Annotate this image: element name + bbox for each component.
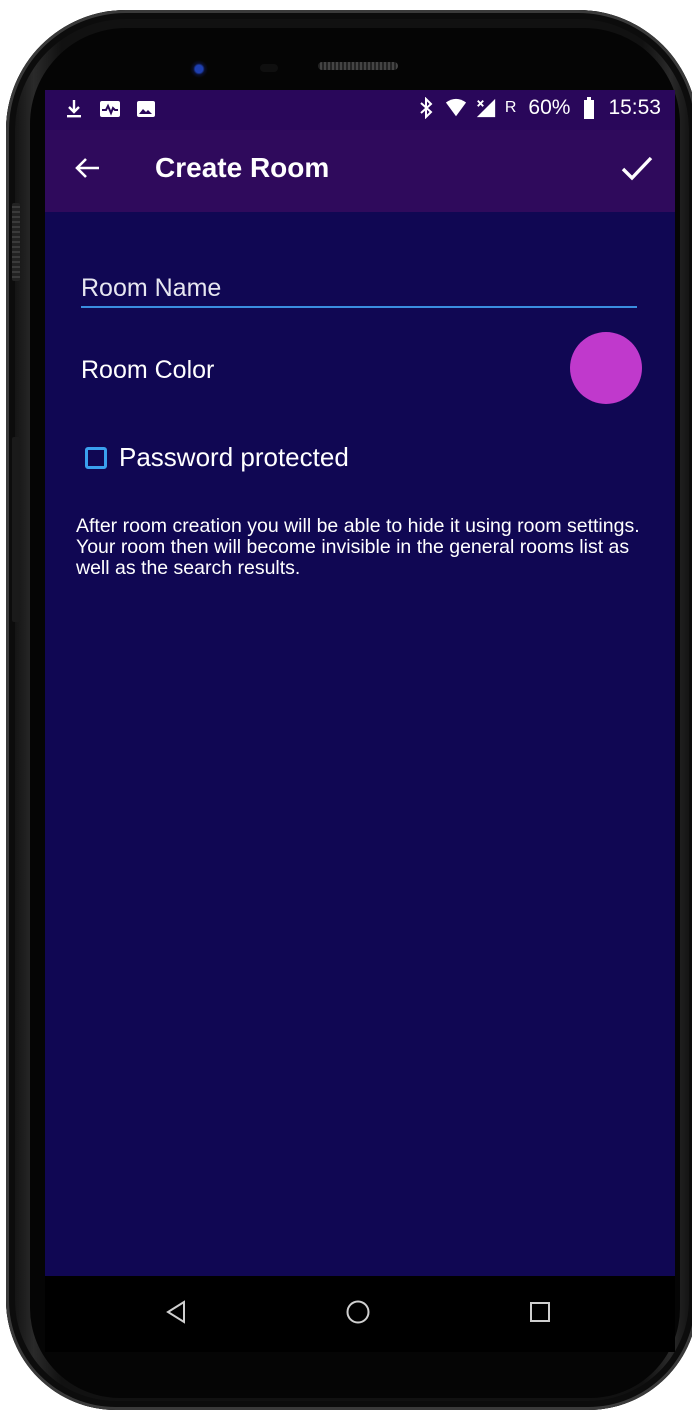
image-icon xyxy=(135,98,157,120)
screen: R 60% 15:53 Create Room Room Color Passw… xyxy=(45,90,675,1276)
password-protected-checkbox-row[interactable]: Password protected xyxy=(85,442,349,473)
activity-icon xyxy=(99,98,121,120)
confirm-button[interactable] xyxy=(617,150,657,190)
password-protected-label: Password protected xyxy=(119,442,349,472)
battery-icon xyxy=(578,97,600,119)
earpiece-speaker xyxy=(318,62,398,70)
nav-home-button[interactable] xyxy=(342,1298,374,1330)
volume-button xyxy=(12,437,20,622)
bluetooth-icon xyxy=(415,97,437,119)
volume-rocker xyxy=(12,203,20,281)
room-color-label: Room Color xyxy=(81,356,215,384)
wifi-icon xyxy=(445,97,467,119)
info-text: After room creation you will be able to … xyxy=(76,515,640,579)
clock: 15:53 xyxy=(608,96,661,119)
nav-back-button[interactable] xyxy=(160,1298,192,1330)
roaming-indicator: R xyxy=(504,99,517,116)
checkmark-icon xyxy=(620,154,654,187)
home-circle-icon xyxy=(345,1299,371,1330)
recent-square-icon xyxy=(529,1301,551,1328)
download-icon xyxy=(63,98,85,120)
page-title: Create Room xyxy=(155,152,330,183)
password-checkbox[interactable] xyxy=(85,446,107,469)
battery-percent: 60% xyxy=(528,96,571,119)
status-bar: R 60% 15:53 xyxy=(45,90,675,130)
navigation-bar xyxy=(45,1276,675,1352)
signal-icon xyxy=(475,97,497,119)
app-bar: Create Room xyxy=(45,130,675,212)
nav-recent-button[interactable] xyxy=(524,1298,556,1330)
front-camera xyxy=(190,60,208,78)
back-triangle-icon xyxy=(165,1299,187,1329)
arrow-left-icon xyxy=(73,156,101,185)
room-name-input[interactable] xyxy=(81,270,637,308)
room-color-picker[interactable] xyxy=(570,332,642,404)
proximity-sensor xyxy=(260,64,278,72)
back-button[interactable] xyxy=(69,152,105,188)
